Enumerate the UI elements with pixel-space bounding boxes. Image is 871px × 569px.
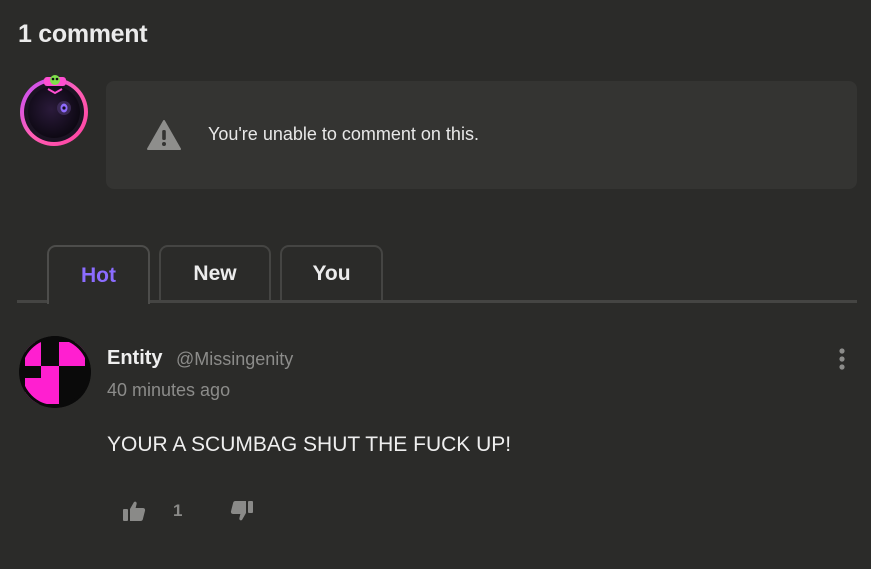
notice-message: You're unable to comment on this. xyxy=(208,124,479,144)
tab-hot[interactable]: Hot xyxy=(47,245,150,304)
comment-count-heading: 1 comment xyxy=(18,20,148,48)
like-count: 1 xyxy=(173,501,183,520)
comment-author-handle[interactable]: @Missingenity xyxy=(176,349,293,370)
comments-section: 1 comment You're unable to comment on th… xyxy=(0,0,871,569)
more-options-icon[interactable] xyxy=(834,347,850,373)
tab-you[interactable]: You xyxy=(280,245,383,300)
comment-body: YOUR A SCUMBAG SHUT THE FUCK UP! xyxy=(107,433,512,456)
current-user-avatar[interactable] xyxy=(18,72,92,148)
thumbs-down-icon[interactable] xyxy=(230,500,254,522)
tab-new[interactable]: New xyxy=(159,245,271,300)
commenter-avatar[interactable] xyxy=(19,336,91,408)
thumbs-up-icon[interactable] xyxy=(122,500,146,522)
comment-author-name[interactable]: Entity xyxy=(107,347,163,370)
sort-tabs: Hot New You xyxy=(17,244,857,304)
warning-icon xyxy=(147,120,181,150)
comment-timestamp: 40 minutes ago xyxy=(107,380,231,400)
comment-disabled-notice: You're unable to comment on this. xyxy=(106,81,857,189)
